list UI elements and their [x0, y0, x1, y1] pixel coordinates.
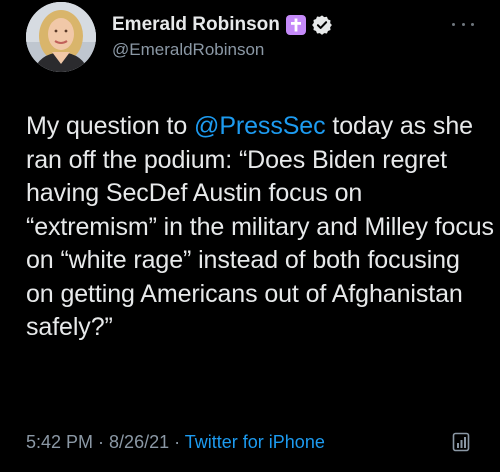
tweet-date[interactable]: 8/26/21 [109, 432, 169, 452]
tweet-header: Emerald Robinson @EmeraldRobinson [112, 12, 333, 60]
meta-separator: · [93, 432, 110, 452]
avatar-image [26, 2, 96, 72]
cross-badge-icon [285, 15, 306, 35]
name-row: Emerald Robinson [112, 12, 333, 38]
analytics-icon[interactable] [452, 432, 472, 454]
mention-link[interactable]: @PressSec [194, 112, 326, 140]
more-icon[interactable] [452, 14, 474, 34]
tweet-text: My question to @PressSec today as she ra… [26, 110, 494, 345]
tweet-meta: 5:42 PM · 8/26/21 · Twitter for iPhone [26, 432, 325, 453]
tweet: Emerald Robinson @EmeraldRobinson My que… [0, 0, 500, 472]
verified-badge-icon [311, 14, 333, 36]
user-handle[interactable]: @EmeraldRobinson [112, 40, 333, 60]
meta-separator: · [169, 432, 185, 452]
tweet-source-link[interactable]: Twitter for iPhone [185, 432, 325, 452]
tweet-time[interactable]: 5:42 PM [26, 432, 93, 452]
avatar[interactable] [26, 2, 96, 72]
tweet-text-before: My question to [26, 112, 195, 140]
tweet-text-after: today as she ran off the podium: “Does B… [26, 112, 494, 341]
display-name[interactable]: Emerald Robinson [112, 14, 280, 36]
